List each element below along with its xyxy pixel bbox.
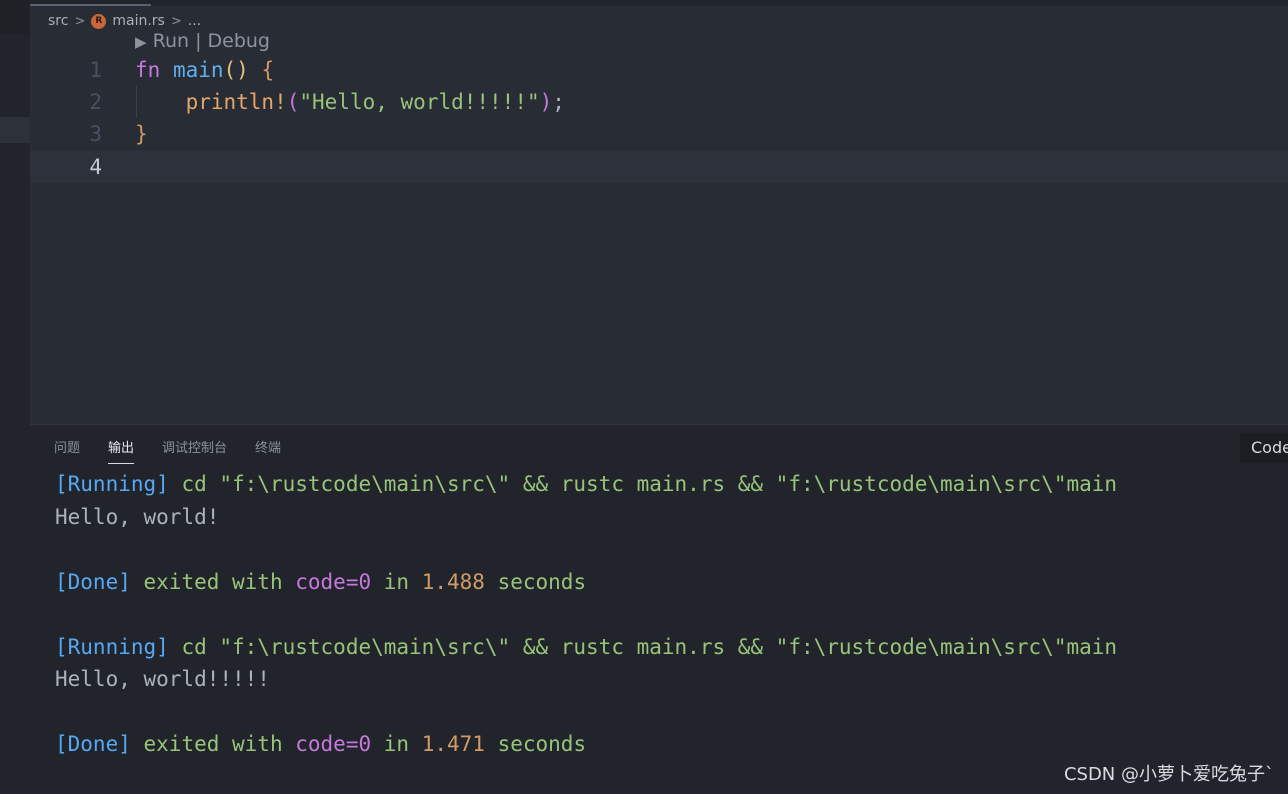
vscode-window: src > R main.rs > ... ▶ Run | Debug 1 fn…: [0, 0, 1288, 794]
run-command: cd "f:\rustcode\main\src\" && rustc main…: [181, 635, 1118, 659]
code-text: println!("Hello, world!!!!!");: [135, 86, 565, 118]
seconds-text: seconds: [497, 570, 587, 594]
exit-code: code=0: [295, 732, 372, 756]
output-line-program: Hello, world!: [55, 505, 220, 529]
running-tag: [Running]: [55, 472, 169, 496]
panel-tabs: 问题 输出 调试控制台 终端: [54, 437, 281, 464]
activity-sidebar: [0, 0, 30, 794]
macro-token: println!: [185, 90, 287, 114]
duration: 1.471: [421, 732, 485, 756]
code-text: }: [135, 118, 148, 150]
sidebar-header: [0, 0, 30, 34]
output-line-running: [Running] cd "f:\rustcode\main\src\" && …: [55, 470, 1117, 498]
paren-token: ): [539, 90, 553, 114]
paren-token: (: [286, 90, 300, 114]
play-icon: ▶: [135, 33, 147, 51]
running-tag: [Running]: [55, 635, 169, 659]
brace-token: {: [261, 58, 275, 82]
tab-bar: [30, 0, 1288, 6]
tab-problems[interactable]: 问题: [54, 437, 80, 461]
breadcrumb-more[interactable]: ...: [188, 13, 201, 29]
line-number: 2: [89, 90, 102, 114]
output-line-program: Hello, world!!!!!: [55, 667, 270, 691]
bottom-panel: 问题 输出 调试控制台 终端 Code [Running] cd "f:\rus…: [30, 424, 1288, 794]
code-line-current[interactable]: 4: [30, 151, 1288, 183]
string-token: "Hello, world!!!!!": [299, 90, 540, 114]
active-tab-indicator[interactable]: [30, 4, 151, 6]
line-number: 3: [89, 122, 102, 146]
semicolon-token: ;: [552, 90, 565, 114]
output-line-running: [Running] cd "f:\rustcode\main\src\" && …: [55, 633, 1117, 661]
output-channel-select[interactable]: Code: [1240, 433, 1288, 463]
code-line[interactable]: 1 fn main() {: [30, 54, 1288, 86]
tab-output[interactable]: 输出: [108, 437, 135, 464]
tab-terminal[interactable]: 终端: [255, 437, 281, 461]
chevron-right-icon: >: [170, 13, 182, 29]
tab-debug-console[interactable]: 调试控制台: [162, 437, 227, 461]
code-line[interactable]: 3 }: [30, 118, 1288, 150]
breadcrumb-file[interactable]: main.rs: [112, 13, 164, 29]
sidebar-selected-item[interactable]: [0, 117, 30, 143]
watermark: CSDN @小萝卜爱吃兔子`: [1063, 764, 1274, 785]
codelens-run-debug[interactable]: ▶ Run | Debug: [135, 30, 270, 52]
function-name-token: main: [172, 58, 224, 82]
done-tag: [Done]: [55, 732, 131, 756]
exit-code: code=0: [295, 570, 372, 594]
rust-file-icon: R: [91, 13, 107, 29]
line-number: 4: [89, 155, 102, 179]
exited-text: exited with: [143, 732, 283, 756]
line-number: 1: [89, 58, 102, 82]
output-line-done: [Done] exited with code=0 in 1.471 secon…: [55, 730, 586, 758]
run-command: cd "f:\rustcode\main\src\" && rustc main…: [181, 472, 1118, 496]
code-text: fn main() {: [135, 54, 274, 86]
paren-token: (): [223, 58, 249, 82]
breadcrumb-folder[interactable]: src: [48, 13, 68, 29]
done-tag: [Done]: [55, 570, 131, 594]
code-line[interactable]: 2 println!("Hello, world!!!!!");: [30, 86, 1288, 118]
keyword-token: fn: [135, 58, 161, 82]
chevron-right-icon: >: [74, 13, 86, 29]
in-text: in: [383, 570, 410, 594]
brace-token: }: [135, 122, 148, 146]
code-editor[interactable]: ▶ Run | Debug 1 fn main() { 2 println!("…: [30, 30, 1288, 425]
codelens-label[interactable]: Run | Debug: [153, 30, 270, 52]
in-text: in: [383, 732, 410, 756]
duration: 1.488: [421, 570, 485, 594]
seconds-text: seconds: [497, 732, 587, 756]
breadcrumb: src > R main.rs > ...: [48, 10, 201, 32]
exited-text: exited with: [143, 570, 283, 594]
output-line-done: [Done] exited with code=0 in 1.488 secon…: [55, 568, 586, 596]
